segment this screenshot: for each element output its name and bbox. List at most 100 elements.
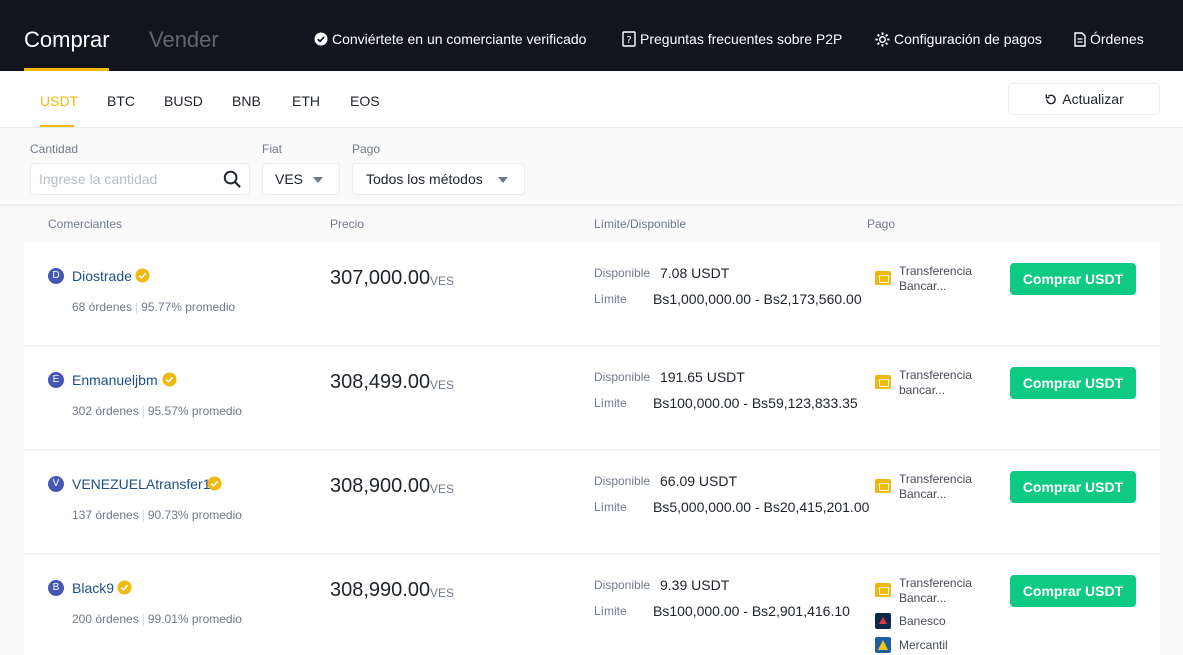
- search-icon[interactable]: [223, 170, 242, 189]
- price-value: 308,499.00: [330, 371, 431, 393]
- payment-method: Transferencia bancar...: [899, 368, 972, 397]
- available-value: 7.08 USDT: [660, 265, 730, 281]
- amount-field[interactable]: [30, 163, 250, 195]
- tab-btc[interactable]: BTC: [107, 93, 135, 109]
- available-label: Disponible: [594, 578, 651, 592]
- verified-merchant-link[interactable]: Conviértete en un comerciante verificado: [314, 31, 586, 47]
- limit-value: Bs100,000.00 - Bs59,123,833.35: [653, 395, 858, 411]
- filters-panel: Cantidad Fiat VES Pago Todos los métodos: [0, 128, 1183, 205]
- merchant-stats: 137 órdenes | 90.73% promedio: [72, 508, 242, 522]
- tab-busd[interactable]: BUSD: [164, 93, 203, 109]
- buy-usdt-button[interactable]: Comprar USDT: [1010, 367, 1136, 399]
- payment-label: Pago: [352, 142, 381, 156]
- limit-value: Bs5,000,000.00 - Bs20,415,201.00: [653, 499, 870, 515]
- limit-value: Bs100,000.00 - Bs2,901,416.10: [653, 603, 850, 619]
- payment-value: Todos los métodos: [366, 171, 483, 187]
- order-count: 200 órdenes: [72, 612, 139, 626]
- completion-rate: 95.77% promedio: [141, 300, 236, 314]
- buy-usdt-button[interactable]: Comprar USDT: [1010, 263, 1136, 295]
- merchant-name[interactable]: Diostrade: [72, 267, 132, 285]
- orders-label: Órdenes: [1090, 31, 1144, 47]
- payment-method: Transferencia Bancar...: [899, 576, 972, 605]
- completion-rate: 99.01% promedio: [147, 612, 242, 626]
- merchant-stats: 302 órdenes | 95.57% promedio: [72, 404, 242, 418]
- available-value: 9.39 USDT: [660, 577, 730, 593]
- payment-method: Transferencia Bancar...: [899, 264, 972, 293]
- tab-bnb[interactable]: BNB: [232, 93, 261, 109]
- limit-label: Límite: [594, 292, 627, 306]
- refresh-button[interactable]: Actualizar: [1008, 83, 1160, 115]
- merchant-name[interactable]: Enmanueljbm: [72, 371, 158, 389]
- buy-usdt-button[interactable]: Comprar USDT: [1010, 471, 1136, 503]
- chevron-down-icon: [313, 177, 323, 183]
- divider: |: [141, 508, 145, 522]
- orders-link[interactable]: Órdenes: [1074, 31, 1144, 47]
- amount-label: Cantidad: [30, 142, 79, 156]
- avatar: B: [48, 580, 64, 596]
- merchant-name[interactable]: VENEZUELAtransfer1: [72, 475, 211, 493]
- completion-rate: 90.73% promedio: [147, 508, 242, 522]
- fiat-label: Fiat: [262, 142, 283, 156]
- tab-eos[interactable]: EOS: [350, 93, 380, 109]
- avatar: E: [48, 372, 64, 388]
- table-row: V VENEZUELAtransfer1 137 órdenes | 90.73% …: [24, 451, 1160, 554]
- gear-icon: [875, 31, 890, 47]
- verified-badge-icon: [162, 372, 177, 387]
- tab-eth[interactable]: ETH: [292, 93, 320, 109]
- payment-method: Banesco: [899, 614, 946, 628]
- banesco-logo-icon: [875, 613, 891, 629]
- check-badge-icon: [314, 32, 328, 46]
- document-icon: [1074, 31, 1086, 47]
- column-header-payment: Pago: [867, 217, 896, 231]
- order-count: 302 órdenes: [72, 404, 139, 418]
- refresh-label: Actualizar: [1062, 91, 1124, 107]
- tab-usdt[interactable]: USDT: [40, 93, 78, 109]
- verified-badge-icon: [135, 268, 150, 283]
- merchant-name[interactable]: Black9: [72, 579, 114, 597]
- fiat-select[interactable]: VES: [262, 163, 340, 195]
- refresh-icon: [1045, 93, 1057, 104]
- bank-transfer-icon: [875, 583, 891, 597]
- bank-transfer-icon: [875, 271, 891, 285]
- divider: |: [141, 404, 145, 418]
- table-row: E Enmanueljbm 302 órdenes | 95.57% promedi…: [24, 347, 1160, 450]
- price-currency: VES: [430, 378, 455, 392]
- mercantil-logo-icon: [875, 637, 891, 653]
- crypto-tabs-bar: USDT BTC BUSD BNB ETH EOS Actualizar: [0, 71, 1183, 128]
- payment-method: Transferencia Bancar...: [899, 472, 972, 501]
- limit-value: Bs1,000,000.00 - Bs2,173,560.00: [653, 291, 862, 307]
- active-coin-indicator: [40, 125, 74, 127]
- table-row: D Diostrade 68 órdenes | 95.77% promedio 3…: [24, 243, 1160, 346]
- tab-vender[interactable]: Vender: [149, 28, 219, 52]
- payment-method: Mercantil: [899, 638, 948, 652]
- price-value: 308,990.00: [330, 579, 431, 601]
- tab-comprar[interactable]: Comprar: [24, 28, 110, 52]
- column-header-limit: Límite/Disponible: [594, 217, 687, 231]
- available-value: 191.65 USDT: [660, 369, 745, 385]
- payment-select[interactable]: Todos los métodos: [352, 163, 525, 195]
- price-value: 308,900.00: [330, 475, 431, 497]
- top-navigation-bar: Comprar Vender Conviértete en un comerci…: [0, 0, 1183, 71]
- order-count: 137 órdenes: [72, 508, 139, 522]
- avatar: D: [48, 268, 64, 284]
- completion-rate: 95.57% promedio: [147, 404, 242, 418]
- table-row: B Black9 200 órdenes | 99.01% promedio 308…: [24, 555, 1160, 655]
- limit-label: Límite: [594, 500, 627, 514]
- buy-usdt-button[interactable]: Comprar USDT: [1010, 575, 1136, 607]
- order-count: 68 órdenes: [72, 300, 133, 314]
- p2p-faq-link[interactable]: ? Preguntas frecuentes sobre P2P: [622, 31, 842, 47]
- p2p-faq-label: Preguntas frecuentes sobre P2P: [640, 31, 843, 47]
- verified-merchant-label: Conviértete en un comerciante verificado: [332, 31, 587, 47]
- column-header-merchants: Comerciantes: [48, 217, 123, 231]
- payment-settings-link[interactable]: Configuración de pagos: [875, 31, 1042, 47]
- price-currency: VES: [430, 586, 455, 600]
- bank-transfer-icon: [875, 375, 891, 389]
- available-label: Disponible: [594, 370, 651, 384]
- price-currency: VES: [430, 274, 455, 288]
- amount-input[interactable]: [39, 164, 219, 194]
- available-label: Disponible: [594, 474, 651, 488]
- available-value: 66.09 USDT: [660, 473, 738, 489]
- bank-transfer-icon: [875, 479, 891, 493]
- question-icon: ?: [622, 31, 636, 47]
- merchant-stats: 200 órdenes | 99.01% promedio: [72, 612, 242, 626]
